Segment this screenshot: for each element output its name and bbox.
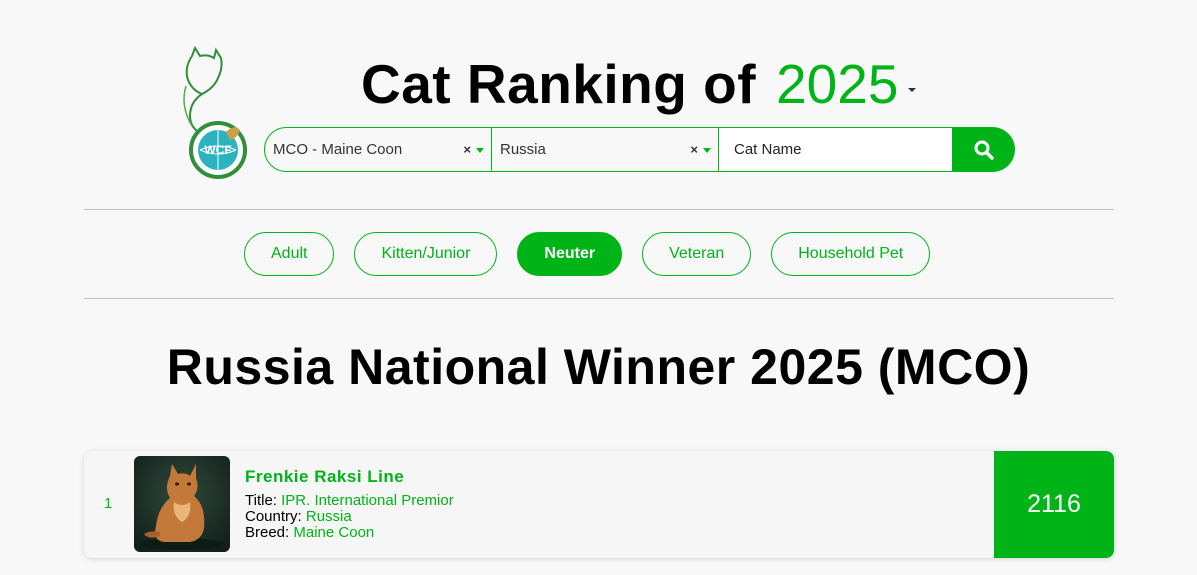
tab-household-pet[interactable]: Household Pet (771, 232, 931, 276)
search-button[interactable] (953, 127, 1015, 172)
chevron-down-icon[interactable] (476, 148, 484, 153)
year-selector[interactable]: 2025 (776, 52, 898, 116)
divider (84, 209, 1114, 210)
logo-text: WCF (204, 143, 231, 157)
country-select-value: Russia (500, 141, 546, 158)
breed-label: Breed: (245, 524, 290, 541)
clear-icon[interactable]: × (690, 142, 698, 157)
search-bar: MCO - Maine Coon × Russia × (264, 127, 1015, 172)
tab-neuter[interactable]: Neuter (517, 232, 623, 276)
chevron-down-icon[interactable] (703, 148, 711, 153)
country-line: Country: Russia (245, 509, 454, 525)
chevron-down-icon[interactable] (908, 88, 917, 92)
cat-photo-image (134, 456, 230, 552)
country-select[interactable]: Russia × (492, 127, 719, 172)
tab-kitten-junior[interactable]: Kitten/Junior (354, 232, 498, 276)
title-label: Title: (245, 492, 277, 509)
ranking-row[interactable]: 1 Frenkie Raksi Line Title: IPR. Interna… (84, 451, 1114, 558)
country-value: Russia (305, 508, 352, 525)
cat-name-link[interactable]: Frenkie Raksi Line (245, 467, 404, 487)
title-line: Title: IPR. International Premior (245, 493, 454, 509)
search-icon (974, 140, 994, 160)
tab-veteran[interactable]: Veteran (642, 232, 752, 276)
divider (84, 298, 1114, 299)
breed-select-value: MCO - Maine Coon (273, 141, 403, 158)
page-title: Cat Ranking of (361, 53, 757, 115)
tab-adult[interactable]: Adult (244, 232, 335, 276)
wcf-logo[interactable]: WCF (178, 45, 250, 180)
ranking-heading: Russia National Winner 2025 (MCO) (166, 339, 1031, 395)
cat-photo[interactable] (134, 456, 230, 552)
category-tabs: Adult Kitten/Junior Neuter Veteran House… (244, 232, 931, 276)
breed-select[interactable]: MCO - Maine Coon × (264, 127, 492, 172)
page-header: Cat Ranking of 2025 (361, 52, 917, 122)
title-value: IPR. International Premior (281, 492, 454, 509)
cat-details: Title: IPR. International Premior Countr… (245, 493, 454, 541)
cat-name-input[interactable] (719, 127, 953, 172)
score-badge: 2116 (994, 451, 1114, 558)
country-label: Country: (245, 508, 302, 525)
cat-silhouette-logo: WCF (183, 45, 247, 179)
clear-icon[interactable]: × (463, 142, 471, 157)
rank-number: 1 (104, 495, 113, 512)
breed-value: Maine Coon (293, 524, 375, 541)
breed-line: Breed: Maine Coon (245, 525, 454, 541)
